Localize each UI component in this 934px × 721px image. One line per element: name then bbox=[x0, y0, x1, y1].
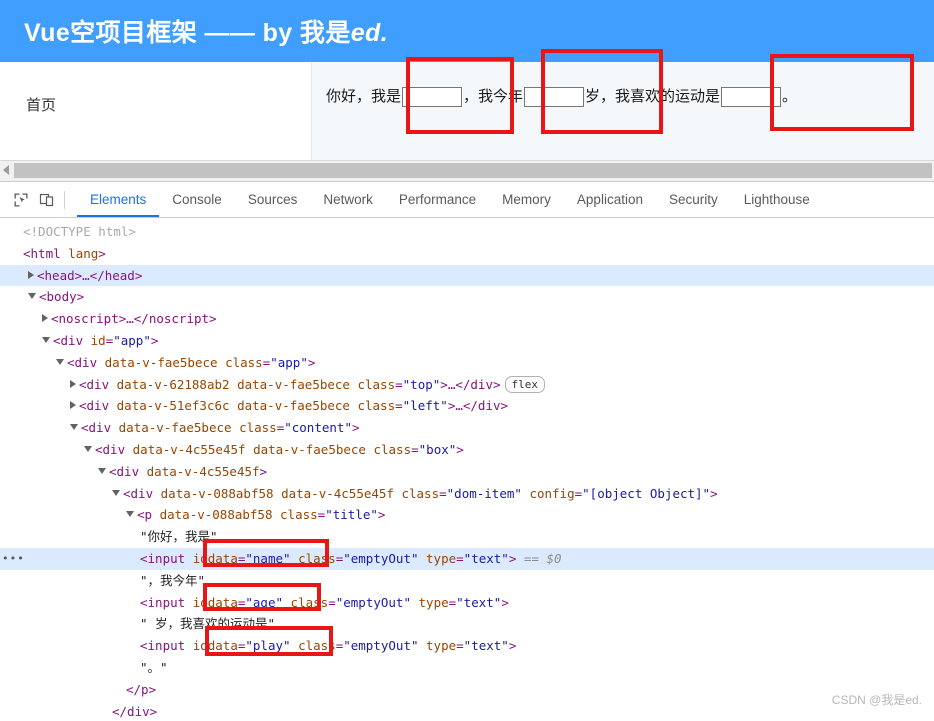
tab-lighthouse[interactable]: Lighthouse bbox=[731, 183, 823, 217]
device-toolbar-icon[interactable] bbox=[34, 187, 60, 213]
dom-node-text-2[interactable]: "，我今年" bbox=[0, 570, 934, 592]
devtools-panel: Elements Console Sources Network Perform… bbox=[0, 181, 934, 721]
dom-node-div-dom-item[interactable]: <div data-v-088abf58 data-v-4c55e45f cla… bbox=[0, 483, 934, 505]
collapse-triangle-icon[interactable] bbox=[28, 293, 36, 300]
sidebar: 首页 bbox=[0, 62, 312, 160]
name-input[interactable] bbox=[402, 87, 463, 107]
dom-node-div-inner[interactable]: <div data-v-4c55e45f> bbox=[0, 461, 934, 483]
devtools-tool-buttons bbox=[0, 182, 77, 217]
dom-node-head[interactable]: <head>…</head> bbox=[0, 264, 934, 287]
dom-node-text-1[interactable]: "你好，我是" bbox=[0, 526, 934, 548]
horizontal-scrollbar[interactable] bbox=[0, 160, 934, 183]
dom-node-input-play[interactable]: <input iddata="play" class="emptyOut" ty… bbox=[0, 635, 934, 657]
dom-node-html[interactable]: <html lang> bbox=[0, 243, 934, 265]
sentence-text-3: 岁，我喜欢的运动是 bbox=[585, 88, 721, 105]
collapse-triangle-icon[interactable] bbox=[42, 336, 50, 343]
scroll-left-arrow-icon[interactable] bbox=[3, 165, 9, 175]
flex-badge[interactable]: flex bbox=[504, 375, 546, 393]
age-input[interactable] bbox=[524, 87, 585, 107]
dom-node-close-p[interactable]: </p> bbox=[0, 679, 934, 701]
tab-elements[interactable]: Elements bbox=[77, 183, 160, 217]
tab-network[interactable]: Network bbox=[310, 183, 386, 217]
dom-node-input-name[interactable]: ••• <input iddata="name" class="emptyOut"… bbox=[0, 547, 934, 570]
expand-triangle-icon[interactable] bbox=[42, 314, 48, 323]
overflow-ellipsis-icon[interactable]: ••• bbox=[2, 553, 24, 564]
page-title: Vue空项目框架 —— by 我是ed. bbox=[24, 13, 388, 49]
tab-application[interactable]: Application bbox=[564, 183, 656, 217]
app-header: Vue空项目框架 —— by 我是ed. bbox=[0, 0, 934, 62]
tab-console[interactable]: Console bbox=[159, 183, 235, 217]
dom-node-p-title[interactable]: <p data-v-088abf58 class="title"> bbox=[0, 504, 934, 526]
collapse-triangle-icon[interactable] bbox=[98, 467, 106, 474]
sentence-text-4: 。 bbox=[782, 88, 798, 105]
dom-node-div-content[interactable]: <div data-v-fae5bece class="content"> bbox=[0, 417, 934, 439]
expand-triangle-icon[interactable] bbox=[70, 379, 76, 388]
sentence-text-2: ，我今年 bbox=[463, 88, 524, 105]
dom-node-div-left[interactable]: <div data-v-51ef3c6c data-v-fae5bece cla… bbox=[0, 395, 934, 417]
dom-node-text-3[interactable]: " 岁，我喜欢的运动是" bbox=[0, 613, 934, 635]
page-title-italic: ed. bbox=[350, 19, 389, 47]
dom-node-doctype[interactable]: <!DOCTYPE html> bbox=[0, 221, 934, 243]
app-body: 首页 你好，我是 ，我今年 岁，我喜欢的运动是 。 bbox=[0, 62, 934, 160]
csdn-watermark: CSDN @我是ed. bbox=[831, 693, 922, 707]
sentence-text-1: 你好，我是 bbox=[326, 88, 402, 105]
tab-memory[interactable]: Memory bbox=[489, 183, 564, 217]
collapse-triangle-icon[interactable] bbox=[84, 445, 92, 452]
content-area: 你好，我是 ，我今年 岁，我喜欢的运动是 。 bbox=[312, 62, 934, 160]
scrollbar-thumb[interactable] bbox=[14, 163, 932, 178]
dom-node-input-age[interactable]: <input iddata="age" class="emptyOut" typ… bbox=[0, 592, 934, 614]
tab-performance[interactable]: Performance bbox=[386, 183, 489, 217]
dom-node-text-4[interactable]: "。" bbox=[0, 657, 934, 679]
browser-page-viewport: Vue空项目框架 —— by 我是ed. 首页 你好，我是 ，我今年 岁，我喜欢… bbox=[0, 0, 934, 160]
dom-node-div-app[interactable]: <div id="app"> bbox=[0, 330, 934, 352]
dom-node-div-box[interactable]: <div data-v-4c55e45f data-v-fae5bece cla… bbox=[0, 439, 934, 461]
dom-node-noscript[interactable]: <noscript>…</noscript> bbox=[0, 308, 934, 330]
collapse-triangle-icon[interactable] bbox=[56, 358, 64, 365]
collapse-triangle-icon[interactable] bbox=[112, 489, 120, 496]
dom-node-body[interactable]: <body> bbox=[0, 286, 934, 308]
page-title-main: Vue空项目框架 —— by 我是 bbox=[24, 19, 351, 47]
dom-tree[interactable]: <!DOCTYPE html> <html lang> <head>…</hea… bbox=[0, 218, 934, 721]
dom-node-div-top[interactable]: <div data-v-62188ab2 data-v-fae5bece cla… bbox=[0, 374, 934, 396]
expand-triangle-icon[interactable] bbox=[70, 401, 76, 410]
toolbar-divider bbox=[64, 190, 65, 209]
expand-triangle-icon[interactable] bbox=[28, 270, 34, 279]
devtools-tabs: Elements Console Sources Network Perform… bbox=[77, 182, 823, 217]
play-input[interactable] bbox=[721, 87, 782, 107]
inspect-element-icon[interactable] bbox=[8, 187, 34, 213]
tab-sources[interactable]: Sources bbox=[235, 183, 311, 217]
devtools-toolbar: Elements Console Sources Network Perform… bbox=[0, 182, 934, 218]
dom-node-div-app-class[interactable]: <div data-v-fae5bece class="app"> bbox=[0, 352, 934, 374]
intro-sentence: 你好，我是 ，我今年 岁，我喜欢的运动是 。 bbox=[326, 84, 934, 110]
collapse-triangle-icon[interactable] bbox=[70, 424, 78, 431]
tab-security[interactable]: Security bbox=[656, 183, 731, 217]
selected-node-marker: == $0 bbox=[523, 550, 562, 566]
sidebar-item-home[interactable]: 首页 bbox=[0, 88, 311, 121]
collapse-triangle-icon[interactable] bbox=[126, 511, 134, 518]
